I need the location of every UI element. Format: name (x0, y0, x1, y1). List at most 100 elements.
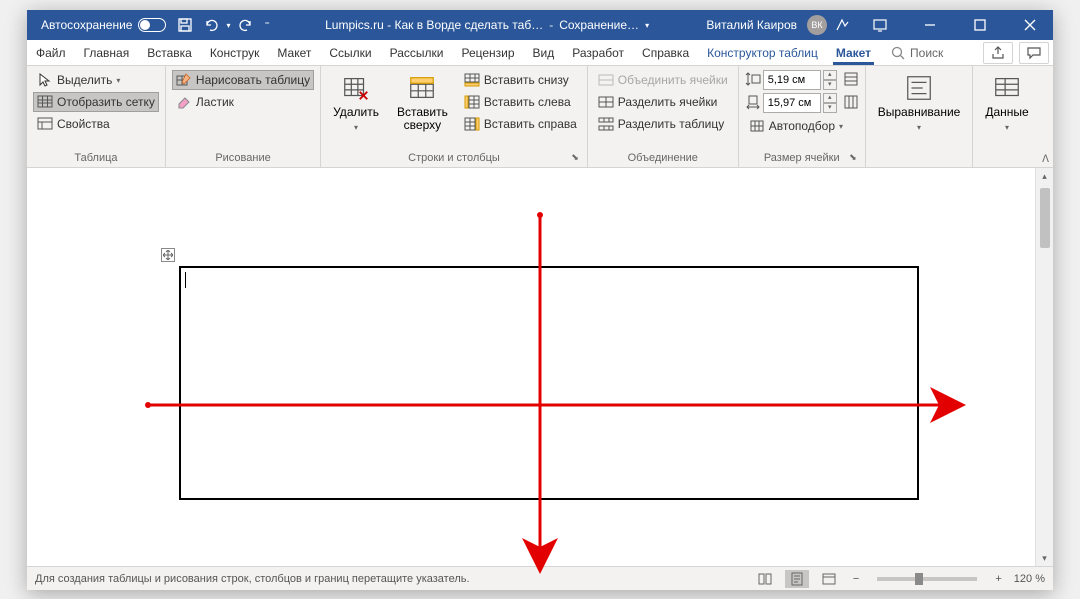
zoom-label[interactable]: 120 % (1014, 573, 1045, 585)
tab-mailings[interactable]: Рассылки (381, 40, 453, 65)
document-area: ▴ ▾ (27, 168, 1053, 566)
title-dropdown-icon[interactable]: ▾ (645, 21, 649, 30)
collapse-ribbon-icon[interactable]: ᐱ (1042, 154, 1049, 165)
group-rowscols: Удалить ▾ Вставить сверху Вставить снизу… (321, 66, 588, 167)
tab-review[interactable]: Рецензир (452, 40, 523, 65)
autofit-icon (749, 118, 765, 134)
save-icon[interactable] (174, 14, 196, 36)
autofit-button[interactable]: Автоподбор▾ (745, 116, 859, 136)
spin-down-icon[interactable]: ▾ (823, 80, 837, 90)
maximize-button[interactable] (957, 10, 1003, 40)
insert-right-button[interactable]: Вставить справа (460, 114, 581, 134)
pencil-table-icon (176, 72, 192, 88)
dialog-launcher-icon[interactable]: ⬊ (571, 152, 579, 163)
insert-above-button[interactable]: Вставить сверху (391, 70, 454, 134)
autosave-label: Автосохранение (41, 18, 132, 32)
print-layout-icon[interactable] (785, 570, 809, 588)
draw-table-button[interactable]: Нарисовать таблицу (172, 70, 314, 90)
row-height-control[interactable]: 5,19 см ▴▾ (745, 70, 859, 90)
eraser-button[interactable]: Ластик (172, 92, 314, 112)
group-cellsize: 5,19 см ▴▾ 15,97 см ▴▾ Автоподбор▾ Разме… (739, 66, 866, 167)
data-icon (991, 72, 1023, 104)
read-mode-icon[interactable] (753, 570, 777, 588)
distribute-cols-icon[interactable] (843, 94, 859, 113)
undo-dropdown-icon[interactable]: ▾ (226, 21, 230, 30)
tab-home[interactable]: Главная (75, 40, 139, 65)
data-button[interactable]: Данные ▾ (979, 70, 1034, 136)
properties-icon (37, 116, 53, 132)
ribbon: Выделить ▾ Отобразить сетку Свойства Таб… (27, 66, 1053, 168)
tab-references[interactable]: Ссылки (320, 40, 380, 65)
group-merge-label: Объединение (594, 150, 732, 165)
scroll-thumb[interactable] (1040, 188, 1050, 248)
split-table-icon (598, 116, 614, 132)
table[interactable] (179, 266, 919, 500)
scroll-up-icon[interactable]: ▴ (1037, 168, 1053, 184)
text-cursor (185, 272, 186, 288)
web-layout-icon[interactable] (817, 570, 841, 588)
insert-below-button[interactable]: Вставить снизу (460, 70, 581, 90)
select-button[interactable]: Выделить ▾ (33, 70, 159, 90)
insert-below-icon (464, 72, 480, 88)
grid-icon (37, 94, 53, 110)
group-cellsize-label: Размер ячейки⬊ (745, 150, 859, 165)
row-height-input[interactable]: 5,19 см (763, 70, 821, 90)
col-width-input[interactable]: 15,97 см (763, 93, 821, 113)
spin-up-icon[interactable]: ▴ (823, 93, 837, 103)
vertical-scrollbar[interactable]: ▴ ▾ (1035, 168, 1053, 566)
tab-design[interactable]: Конструк (201, 40, 269, 65)
saving-status: Сохранение… (559, 18, 639, 32)
tab-insert[interactable]: Вставка (138, 40, 201, 65)
group-table: Выделить ▾ Отобразить сетку Свойства Таб… (27, 66, 166, 167)
coming-soon-icon[interactable] (831, 14, 853, 36)
insert-above-icon (406, 72, 438, 104)
group-rowscols-label: Строки и столбцы⬊ (327, 150, 581, 165)
tab-developer[interactable]: Разработ (563, 40, 633, 65)
ribbon-options-icon[interactable] (857, 10, 903, 40)
scroll-down-icon[interactable]: ▾ (1037, 550, 1053, 566)
minimize-button[interactable] (907, 10, 953, 40)
zoom-in-button[interactable]: + (991, 573, 1005, 585)
document-canvas[interactable] (27, 168, 1035, 566)
col-width-icon (745, 94, 761, 113)
distribute-rows-icon[interactable] (843, 71, 859, 90)
tab-view[interactable]: Вид (524, 40, 564, 65)
alignment-button[interactable]: Выравнивание ▾ (872, 70, 967, 136)
split-cells-icon (598, 94, 614, 110)
chevron-down-icon: ▾ (839, 122, 843, 131)
undo-icon[interactable] (200, 14, 222, 36)
tab-layout[interactable]: Макет (268, 40, 320, 65)
delete-table-icon (340, 72, 372, 104)
dialog-launcher-icon[interactable]: ⬊ (849, 152, 857, 163)
page (27, 168, 1017, 566)
close-button[interactable] (1007, 10, 1053, 40)
redo-icon[interactable] (235, 14, 257, 36)
split-cells-button[interactable]: Разделить ячейки (594, 92, 732, 112)
insert-right-icon (464, 116, 480, 132)
search-box[interactable]: Поиск (880, 40, 953, 65)
tab-table-layout[interactable]: Макет (827, 40, 880, 65)
autosave-toggle[interactable] (138, 18, 166, 32)
col-width-control[interactable]: 15,97 см ▴▾ (745, 93, 859, 113)
insert-left-button[interactable]: Вставить слева (460, 92, 581, 112)
tab-help[interactable]: Справка (633, 40, 698, 65)
comments-button[interactable] (1019, 42, 1049, 64)
spin-down-icon[interactable]: ▾ (823, 103, 837, 113)
chevron-down-icon: ▾ (354, 121, 358, 134)
split-table-button[interactable]: Разделить таблицу (594, 114, 732, 134)
group-draw-label: Рисование (172, 150, 314, 165)
user-name[interactable]: Виталий Каиров (700, 18, 803, 32)
zoom-slider[interactable] (877, 577, 977, 581)
avatar[interactable]: ВК (807, 15, 827, 35)
tab-file[interactable]: Файл (27, 40, 75, 65)
zoom-out-button[interactable]: − (849, 573, 863, 585)
gridlines-button[interactable]: Отобразить сетку (33, 92, 159, 112)
properties-button[interactable]: Свойства (33, 114, 159, 134)
share-button[interactable] (983, 42, 1013, 64)
delete-button[interactable]: Удалить ▾ (327, 70, 385, 136)
cursor-icon (37, 72, 53, 88)
qat-customize-icon[interactable]: ⁼ (261, 20, 274, 31)
tab-table-design[interactable]: Конструктор таблиц (698, 40, 827, 65)
spin-up-icon[interactable]: ▴ (823, 70, 837, 80)
table-move-handle[interactable] (161, 248, 175, 262)
